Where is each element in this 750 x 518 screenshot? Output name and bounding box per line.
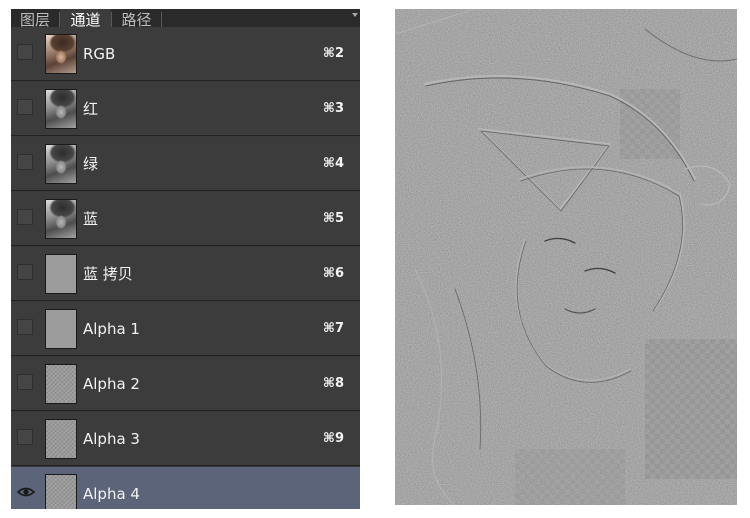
channel-row-alpha-1[interactable]: Alpha 1 ⌘7 (11, 302, 360, 356)
channel-thumbnail (45, 144, 77, 184)
channel-thumbnail (45, 309, 77, 349)
channel-row-blue[interactable]: 蓝 ⌘5 (11, 192, 360, 246)
channel-thumbnail (45, 34, 77, 74)
channel-name: Alpha 3 (83, 430, 140, 448)
channel-name: 红 (83, 100, 99, 118)
chevron-down-icon[interactable] (352, 13, 358, 17)
channel-shortcut: ⌘3 (322, 101, 344, 116)
channel-row-blue-copy[interactable]: 蓝 拷贝 ⌘6 (11, 247, 360, 301)
preview-illustration (395, 9, 737, 505)
tab-divider (161, 12, 162, 28)
visibility-toggle[interactable] (17, 264, 33, 280)
channels-panel: 图层 通道 路径 RGB ⌘2 红 ⌘3 绿 ⌘4 蓝 ⌘5 蓝 拷贝 ⌘6 A… (11, 9, 360, 509)
channel-shortcut: ⌘6 (322, 266, 344, 281)
channel-thumbnail (45, 254, 77, 294)
channel-thumbnail (45, 474, 77, 509)
channel-shortcut: ⌘8 (322, 376, 344, 391)
channel-name: 蓝 拷贝 (83, 265, 133, 283)
channel-name: Alpha 2 (83, 375, 140, 393)
visibility-toggle[interactable] (17, 484, 35, 500)
visibility-toggle[interactable] (17, 209, 33, 225)
channel-shortcut: ⌘7 (322, 321, 344, 336)
channel-name: Alpha 4 (83, 485, 140, 503)
channel-shortcut: ⌘2 (322, 46, 344, 61)
channel-name: Alpha 1 (83, 320, 140, 338)
channel-row-red[interactable]: 红 ⌘3 (11, 82, 360, 136)
channel-row-alpha-2[interactable]: Alpha 2 ⌘8 (11, 357, 360, 411)
channel-shortcut: ⌘5 (322, 211, 344, 226)
channel-name: 蓝 (83, 210, 99, 228)
channel-name: 绿 (83, 155, 99, 173)
channel-row-rgb[interactable]: RGB ⌘2 (11, 27, 360, 81)
visibility-toggle[interactable] (17, 154, 33, 170)
channel-thumbnail (45, 419, 77, 459)
visibility-toggle[interactable] (17, 429, 33, 445)
visibility-toggle[interactable] (17, 99, 33, 115)
visibility-toggle[interactable] (17, 374, 33, 390)
visibility-toggle[interactable] (17, 44, 33, 60)
channel-shortcut: ⌘9 (322, 431, 344, 446)
channel-preview-image (395, 9, 737, 505)
channel-name: RGB (83, 45, 116, 63)
channel-row-alpha-4[interactable]: Alpha 4 (11, 467, 360, 509)
channel-thumbnail (45, 89, 77, 129)
channel-thumbnail (45, 364, 77, 404)
channel-shortcut: ⌘4 (322, 156, 344, 171)
channel-row-alpha-3[interactable]: Alpha 3 ⌘9 (11, 412, 360, 466)
eye-icon (17, 487, 35, 497)
channel-thumbnail (45, 199, 77, 239)
visibility-toggle[interactable] (17, 319, 33, 335)
channel-row-green[interactable]: 绿 ⌘4 (11, 137, 360, 191)
